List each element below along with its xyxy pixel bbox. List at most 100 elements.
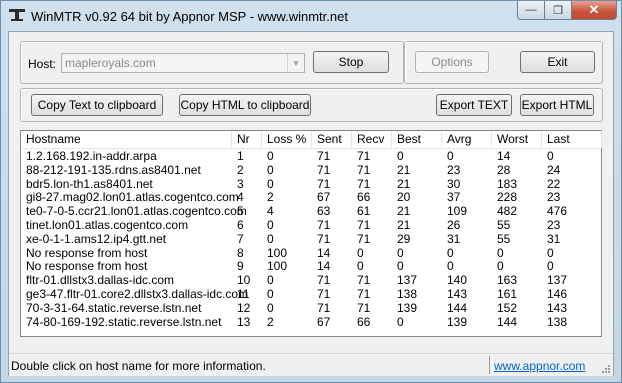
table-row[interactable]: te0-7-0-5.ccr21.lon01.atlas.cogentco.com…: [21, 205, 601, 218]
column-header-loss[interactable]: Loss %: [262, 131, 312, 148]
cell-last: 24: [547, 162, 561, 177]
title-bar[interactable]: WinMTR v0.92 64 bit by Appnor MSP - www.…: [1, 1, 621, 31]
trace-table[interactable]: Hostname Nr Loss % Sent Recv Best Avrg Worst Las…: [20, 130, 602, 337]
cell-worst: 0: [497, 245, 504, 260]
cell-sent: 71: [317, 218, 331, 232]
table-row[interactable]: gi8-27.mag02.lon01.atlas.cogentco.com 4 2 6…: [21, 191, 601, 204]
cell-nr: 9: [237, 259, 244, 274]
cell-recv: 71: [357, 273, 371, 288]
column-header-last[interactable]: Last: [542, 131, 602, 148]
cell-recv: 66: [357, 190, 371, 205]
cell-last: 0: [547, 245, 554, 260]
table-row[interactable]: 1.2.168.192.in-addr.arpa 1 0 71 71 0 0 14 0: [21, 150, 601, 163]
cell-nr: 12: [237, 300, 251, 315]
host-value: mapleroyals.com: [65, 56, 156, 70]
cell-best: 139: [397, 300, 418, 315]
cell-avrg: 109: [447, 204, 468, 219]
export-text-button[interactable]: Export TEXT: [436, 94, 512, 116]
host-label: Host:: [28, 57, 57, 71]
cell-hostname: No response from host: [26, 259, 148, 274]
table-row[interactable]: No response from host 8 100 14 0 0 0 0 0: [21, 245, 601, 260]
copy-text-button[interactable]: Copy Text to clipboard: [31, 94, 163, 116]
table-row[interactable]: No response from host 9 100 14 0 0 0 0 0: [21, 260, 601, 273]
cell-avrg: 31: [447, 231, 461, 246]
options-button[interactable]: Options: [415, 51, 489, 73]
cell-sent: 63: [317, 204, 331, 219]
cell-loss: 0: [267, 149, 274, 163]
table-row[interactable]: tinet.lon01.atlas.cogentco.com 6 0 71 71 21 26…: [21, 219, 601, 232]
close-button[interactable]: ✕: [572, 1, 617, 20]
cell-best: 29: [397, 231, 411, 246]
cell-nr: 11: [237, 287, 250, 301]
maximize-button[interactable]: ❐: [545, 1, 572, 20]
cell-worst: 163: [497, 273, 518, 288]
cell-loss: 2: [267, 190, 274, 205]
window-controls: — ❐ ✕: [517, 1, 617, 21]
winmtr-app-icon: [9, 9, 25, 21]
cell-recv: 71: [357, 231, 371, 246]
column-header-hostname[interactable]: Hostname: [21, 131, 232, 148]
column-header-avrg[interactable]: Avrg: [442, 131, 492, 148]
cell-last: 23: [547, 218, 561, 232]
cell-hostname: te0-7-0-5.ccr21.lon01.atlas.cogentco.com: [26, 204, 247, 219]
column-header-worst[interactable]: Worst: [492, 131, 542, 148]
appnor-link[interactable]: www.appnor.com: [494, 359, 585, 373]
cell-hostname: ge3-47.fltr-01.core2.dllstx3.dallas-idc.…: [26, 287, 249, 301]
table-row[interactable]: 70-3-31-64.static.reverse.lstn.net 12 0 71 7…: [21, 300, 601, 315]
cell-last: 137: [547, 273, 568, 288]
cell-last: 143: [547, 300, 568, 315]
resize-grip-icon[interactable]: [601, 364, 611, 374]
cell-best: 21: [397, 162, 411, 177]
cell-last: 476: [547, 204, 568, 219]
cell-recv: 0: [357, 259, 364, 274]
cell-worst: 183: [497, 176, 518, 191]
table-row[interactable]: bdr5.lon-th1.as8401.net 3 0 71 71 21 30 183 22: [21, 176, 601, 191]
cell-sent: 71: [317, 176, 331, 191]
table-row[interactable]: fltr-01.dllstx3.dallas-idc.com 10 0 71 71 137…: [21, 274, 601, 287]
cell-last: 23: [547, 190, 561, 205]
export-html-button[interactable]: Export HTML: [520, 94, 594, 116]
cell-nr: 2: [237, 162, 244, 177]
cell-worst: 0: [497, 259, 504, 274]
cell-hostname: 1.2.168.192.in-addr.arpa: [26, 149, 157, 163]
cell-best: 137: [397, 273, 418, 288]
column-header-recv[interactable]: Recv: [352, 131, 392, 148]
cell-last: 0: [547, 149, 554, 163]
cell-avrg: 0: [447, 259, 454, 274]
cell-loss: 0: [267, 162, 274, 177]
cell-best: 0: [397, 149, 404, 163]
column-header-nr[interactable]: Nr: [232, 131, 262, 148]
cell-sent: 67: [317, 314, 331, 329]
host-combobox[interactable]: mapleroyals.com ▼: [61, 53, 305, 73]
cell-sent: 71: [317, 287, 331, 301]
stop-button[interactable]: Stop: [313, 51, 389, 73]
window-title: WinMTR v0.92 64 bit by Appnor MSP - www.…: [31, 9, 348, 24]
cell-recv: 71: [357, 287, 371, 301]
table-row[interactable]: 74-80-169-192.static.reverse.lstn.net 13 2…: [21, 314, 601, 329]
column-header-sent[interactable]: Sent: [312, 131, 352, 148]
cell-worst: 228: [497, 190, 518, 205]
minimize-button[interactable]: —: [517, 1, 545, 20]
cell-nr: 6: [237, 218, 244, 232]
cell-loss: 0: [267, 176, 274, 191]
copy-html-button[interactable]: Copy HTML to clipboard: [179, 94, 311, 116]
table-row[interactable]: ge3-47.fltr-01.core2.dllstx3.dallas-idc.…: [21, 288, 601, 301]
status-divider: [489, 356, 493, 374]
status-message: Double click on host name for more infor…: [11, 359, 266, 373]
cell-sent: 71: [317, 300, 331, 315]
cell-loss: 0: [267, 300, 274, 315]
cell-avrg: 139: [447, 314, 468, 329]
table-row[interactable]: 88-212-191-135.rdns.as8401.net 2 0 71 71 21 23…: [21, 162, 601, 177]
cell-best: 21: [397, 176, 411, 191]
cell-worst: 161: [497, 287, 518, 301]
chevron-down-icon[interactable]: ▼: [287, 54, 304, 72]
table-row[interactable]: xe-0-1-1.ams12.ip4.gtt.net 7 0 71 71 29 31 55 31: [21, 231, 601, 246]
cell-best: 138: [397, 287, 418, 301]
status-bar: Double click on host name for more infor…: [9, 353, 613, 376]
cell-hostname: bdr5.lon-th1.as8401.net: [26, 176, 153, 191]
cell-hostname: 70-3-31-64.static.reverse.lstn.net: [26, 300, 202, 315]
exit-button[interactable]: Exit: [520, 51, 595, 73]
cell-best: 0: [397, 259, 404, 274]
column-header-best[interactable]: Best: [392, 131, 442, 148]
cell-loss: 2: [267, 314, 274, 329]
